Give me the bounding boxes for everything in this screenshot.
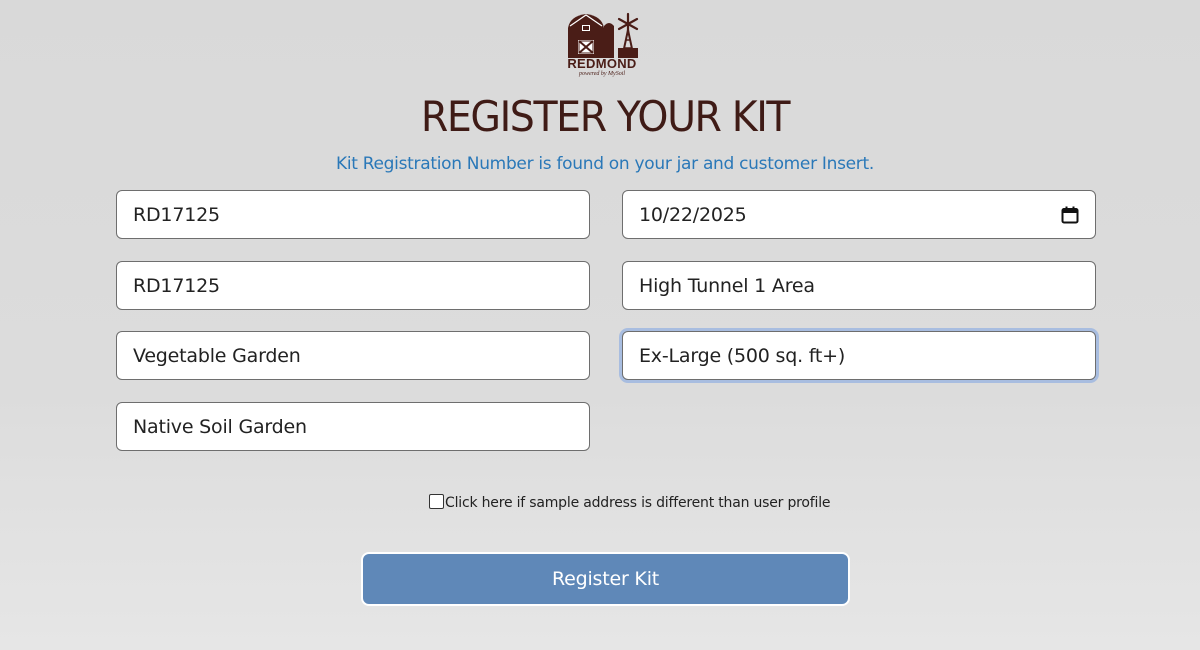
redmond-logo: REDMOND powered by MySoil	[560, 12, 644, 82]
kit-number-confirm-value: RD17125	[133, 274, 220, 297]
area-size-select[interactable]: Ex-Large (500 sq. ft+)	[622, 331, 1096, 380]
area-size-value: Ex-Large (500 sq. ft+)	[639, 344, 846, 367]
address-checkbox[interactable]	[429, 493, 444, 509]
register-kit-button[interactable]: Register Kit	[361, 552, 850, 606]
kit-number-field[interactable]: RD17125	[116, 190, 590, 239]
barn-windmill-icon	[568, 12, 639, 58]
address-checkbox-row[interactable]: Click here if sample address is differen…	[429, 493, 831, 511]
page-subtitle: Kit Registration Number is found on your…	[336, 154, 874, 174]
logo-tagline: powered by MySoil	[578, 71, 626, 77]
kit-number-value: RD17125	[133, 203, 220, 226]
sample-name-value: High Tunnel 1 Area	[639, 274, 815, 297]
garden-type-select[interactable]: Vegetable Garden	[116, 331, 590, 380]
garden-type-value: Vegetable Garden	[133, 344, 301, 367]
date-field[interactable]: 10/22/2025	[622, 190, 1096, 239]
calendar-icon[interactable]	[1061, 206, 1079, 224]
page-title: REGISTER YOUR KIT	[420, 92, 791, 141]
soil-type-value: Native Soil Garden	[133, 415, 307, 438]
soil-type-select[interactable]: Native Soil Garden	[116, 402, 590, 451]
logo-brand-name: REDMOND	[567, 56, 637, 71]
address-checkbox-label[interactable]: Click here if sample address is differen…	[445, 495, 831, 511]
kit-number-confirm-field[interactable]: RD17125	[116, 261, 590, 310]
date-value: 10/22/2025	[639, 203, 747, 226]
sample-name-field[interactable]: High Tunnel 1 Area	[622, 261, 1096, 310]
